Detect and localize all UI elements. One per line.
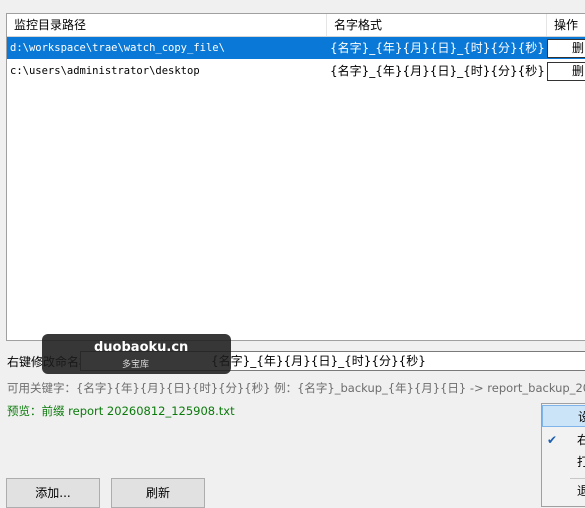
list-row[interactable]: d:\workspace\trae\watch_copy_file\ {名字}_… [7, 37, 585, 59]
row-format: {名字}_{年}{月}{日}_{时}{分}{秒} [330, 64, 545, 78]
watermark-title: duobaoku.cn [94, 340, 189, 355]
delete-button[interactable]: 删 [547, 39, 585, 58]
row-path: d:\workspace\trae\watch_copy_file\ [10, 42, 225, 54]
keyword-hint: 可用关键字：{名字}{年}{月}{日}{时}{分}{秒} 例：{名字}_back… [7, 381, 585, 395]
watch-directory-list[interactable]: 监控目录路径 名字格式 操作 d:\workspace\trae\watch_c… [6, 13, 585, 341]
column-header-path[interactable]: 监控目录路径 [7, 14, 327, 36]
menu-item-right-click[interactable]: ✔ 右 [542, 429, 585, 451]
watermark-subtitle: 多宝库 [122, 360, 150, 370]
menu-separator [570, 478, 585, 479]
menu-item-settings[interactable]: 设 [542, 405, 585, 427]
add-button[interactable]: 添加... [6, 478, 100, 508]
list-header: 监控目录路径 名字格式 操作 [7, 14, 585, 37]
row-format: {名字}_{年}{月}{日}_{时}{分}{秒} [330, 41, 545, 55]
column-header-action[interactable]: 操作 [547, 14, 585, 36]
delete-button[interactable]: 删 [547, 62, 585, 81]
refresh-button[interactable]: 刷新 [111, 478, 205, 508]
preview-text: 预览：前缀 report 20260812_125908.txt [7, 404, 235, 418]
row-path: c:\users\administrator\desktop [10, 65, 200, 77]
check-icon: ✔ [547, 433, 558, 447]
watermark-overlay: duobaoku.cn 多宝库 [42, 334, 231, 374]
menu-item-exit[interactable]: 退 [542, 480, 585, 502]
menu-item-label: 右 [577, 433, 585, 447]
menu-item-open[interactable]: 打 [542, 451, 585, 473]
list-row[interactable]: c:\users\administrator\desktop {名字}_{年}{… [7, 60, 585, 82]
context-menu: 设 ✔ 右 打 退 [541, 403, 585, 507]
column-header-format[interactable]: 名字格式 [327, 14, 547, 36]
